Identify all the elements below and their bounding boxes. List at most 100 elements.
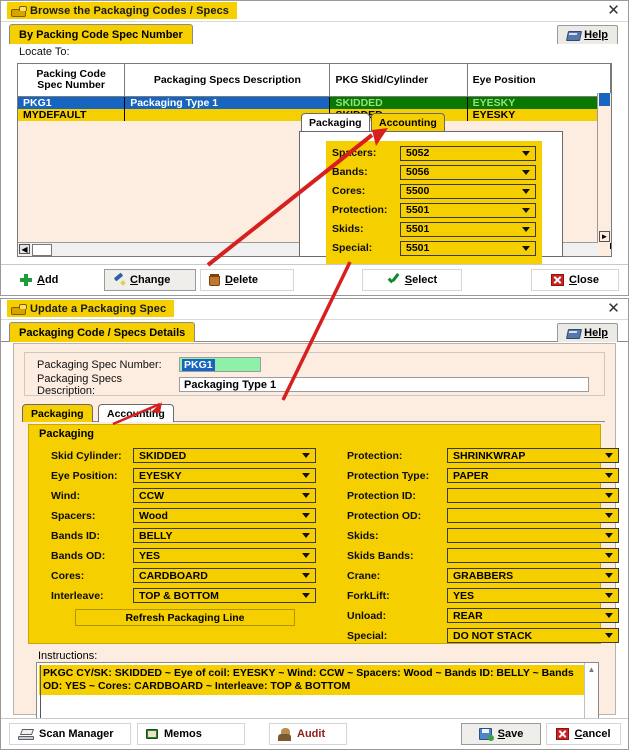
popup-tab-accounting[interactable]: Accounting [371,113,445,131]
bands-od-dropdown[interactable]: YES [133,548,316,563]
spacers-dropdown[interactable]: Wood [133,508,316,523]
cell-code: PKG1 [18,96,126,109]
popup-field-protection: Protection: 5501 [332,202,536,218]
refresh-packaging-line-button[interactable]: Refresh Packaging Line [75,609,295,626]
wind-dropdown[interactable]: CCW [133,488,316,503]
popup-tab-packaging[interactable]: Packaging [301,113,370,131]
skids-account-dropdown[interactable]: 5501 [400,221,536,237]
grid-scroll-down-icon[interactable]: ► [599,231,610,242]
scan-manager-button[interactable]: Scan Manager [9,723,131,745]
field-label: Interleave: [51,589,104,602]
column-header-packing-code-spec-number[interactable]: Packing Code Spec Number [18,64,126,97]
browse-tabstrip: By Packing Code Spec Number Help [1,22,628,44]
field-label: Cores: [51,569,85,582]
field-protection-id: Protection ID: [347,487,619,504]
field-label: Protection: [347,449,403,462]
protection-od-dropdown[interactable] [447,508,619,523]
cores-account-dropdown[interactable]: 5500 [400,183,536,199]
update-help-button[interactable]: Help [557,323,618,342]
skids-bands-dropdown[interactable] [447,548,619,563]
select-button[interactable]: Select [362,269,462,291]
popup-field-bands: Bands: 5056 [332,164,536,180]
change-button[interactable]: Change [104,269,196,291]
special-account-dropdown[interactable]: 5501 [400,240,536,256]
field-label: Protection ID: [347,489,416,502]
protection-dropdown[interactable]: SHRINKWRAP [447,448,619,463]
dropdown-value: DO NOT STACK [453,629,533,642]
tab-by-packing-code-spec-number[interactable]: By Packing Code Spec Number [9,24,193,44]
field-label: Bands ID: [51,529,101,542]
spec-description-input[interactable]: Packaging Type 1 [179,377,589,392]
grid-hscroll-thumb[interactable] [32,244,52,256]
field-label: Spacers: [51,509,96,522]
pencil-icon [113,274,125,286]
forklift-dropdown[interactable]: YES [447,588,619,603]
update-button-bar: Scan Manager Memos Audit Save Cancel [1,718,628,749]
cores-dropdown[interactable]: CARDBOARD [133,568,316,583]
trash-icon [209,274,220,286]
memos-button[interactable]: Memos [137,723,245,745]
column-header-eye-position[interactable]: Eye Position [467,64,611,97]
update-packaging-spec-window: Update a Packaging Spec ✕ Packaging Code… [0,298,629,750]
spec-description-label: Packaging Specs Description: [37,372,122,397]
eye-position-dropdown[interactable]: EYESKY [133,468,316,483]
protection-id-dropdown[interactable] [447,488,619,503]
popup-fields: Spacers: 5052 Bands: 5056 Cores: 5500 Pr… [326,141,542,264]
close-button[interactable]: Close [531,269,619,291]
protection-type-dropdown[interactable]: PAPER [447,468,619,483]
bands-id-dropdown[interactable]: BELLY [133,528,316,543]
popup-field-cores: Cores: 5500 [332,183,536,199]
chevron-down-icon [605,593,613,598]
field-label: Unload: [347,609,387,622]
browse-close-icon[interactable]: ✕ [606,3,621,18]
audit-button[interactable]: Audit [269,723,347,745]
popup-field-spacers: Spacers: 5052 [332,145,536,161]
table-row[interactable]: PKG1 Packaging Type 1 SKIDDED EYESKY [18,96,611,109]
chevron-down-icon [302,453,310,458]
add-label: AAdddd [37,274,59,286]
dropdown-value: GRABBERS [453,569,514,582]
crane-dropdown[interactable]: GRABBERS [447,568,619,583]
skids-dropdown[interactable] [447,528,619,543]
protection-account-dropdown[interactable]: 5501 [400,202,536,218]
tab-packaging[interactable]: Packaging [22,404,93,422]
dropdown-value: 5052 [406,147,430,159]
grid-vscroll-thumb[interactable] [599,93,610,106]
dropdown-value: 5501 [406,223,430,235]
save-disk-icon [478,728,494,741]
tab-accounting[interactable]: Accounting [98,404,174,422]
select-label: Select [404,274,438,286]
add-button[interactable]: AAdddd [11,269,96,291]
browse-help-button[interactable]: Help [557,25,618,44]
scroll-up-icon[interactable]: ▲ [587,665,596,674]
help-book-icon [567,328,580,338]
dropdown-value: REAR [453,609,483,622]
dropdown-value: YES [139,549,161,562]
spec-number-input[interactable]: PKG1 [179,357,261,372]
scan-manager-label: Scan Manager [39,728,114,740]
grid-scroll-left-icon[interactable]: ◀ [19,244,30,254]
column-header-packaging-specs-description[interactable]: Packaging Specs Description [124,64,331,97]
save-button[interactable]: Save [461,723,541,745]
spec-description-row: Packaging Specs Description: Packaging T… [37,373,604,397]
cancel-x-icon [556,728,570,740]
chevron-down-icon [605,453,613,458]
spacers-account-dropdown[interactable]: 5052 [400,145,536,161]
tab-packaging-code-specs-details[interactable]: Packaging Code / Specs Details [9,322,196,342]
bands-account-dropdown[interactable]: 5056 [400,164,536,180]
interleave-dropdown[interactable]: TOP & BOTTOM [133,588,316,603]
delete-button[interactable]: Delete [200,269,294,291]
skid-cylinder-dropdown[interactable]: SKIDDED [133,448,316,463]
cell-skid: SKIDDED [329,96,468,109]
field-label: Bands OD: [51,549,106,562]
dropdown-value: CARDBOARD [139,569,208,582]
field-wind: Wind: CCW [51,487,316,504]
update-close-icon[interactable]: ✕ [606,301,621,316]
dropdown-value: 5500 [406,185,430,197]
cancel-button[interactable]: Cancel [546,723,621,745]
grid-vertical-scrollbar[interactable]: ► [597,93,611,243]
special-dropdown[interactable]: DO NOT STACK [447,628,619,643]
column-header-pkg-skid-cylinder[interactable]: PKG Skid/Cylinder [329,64,468,97]
instructions-label: Instructions: [38,650,98,662]
unload-dropdown[interactable]: REAR [447,608,619,623]
